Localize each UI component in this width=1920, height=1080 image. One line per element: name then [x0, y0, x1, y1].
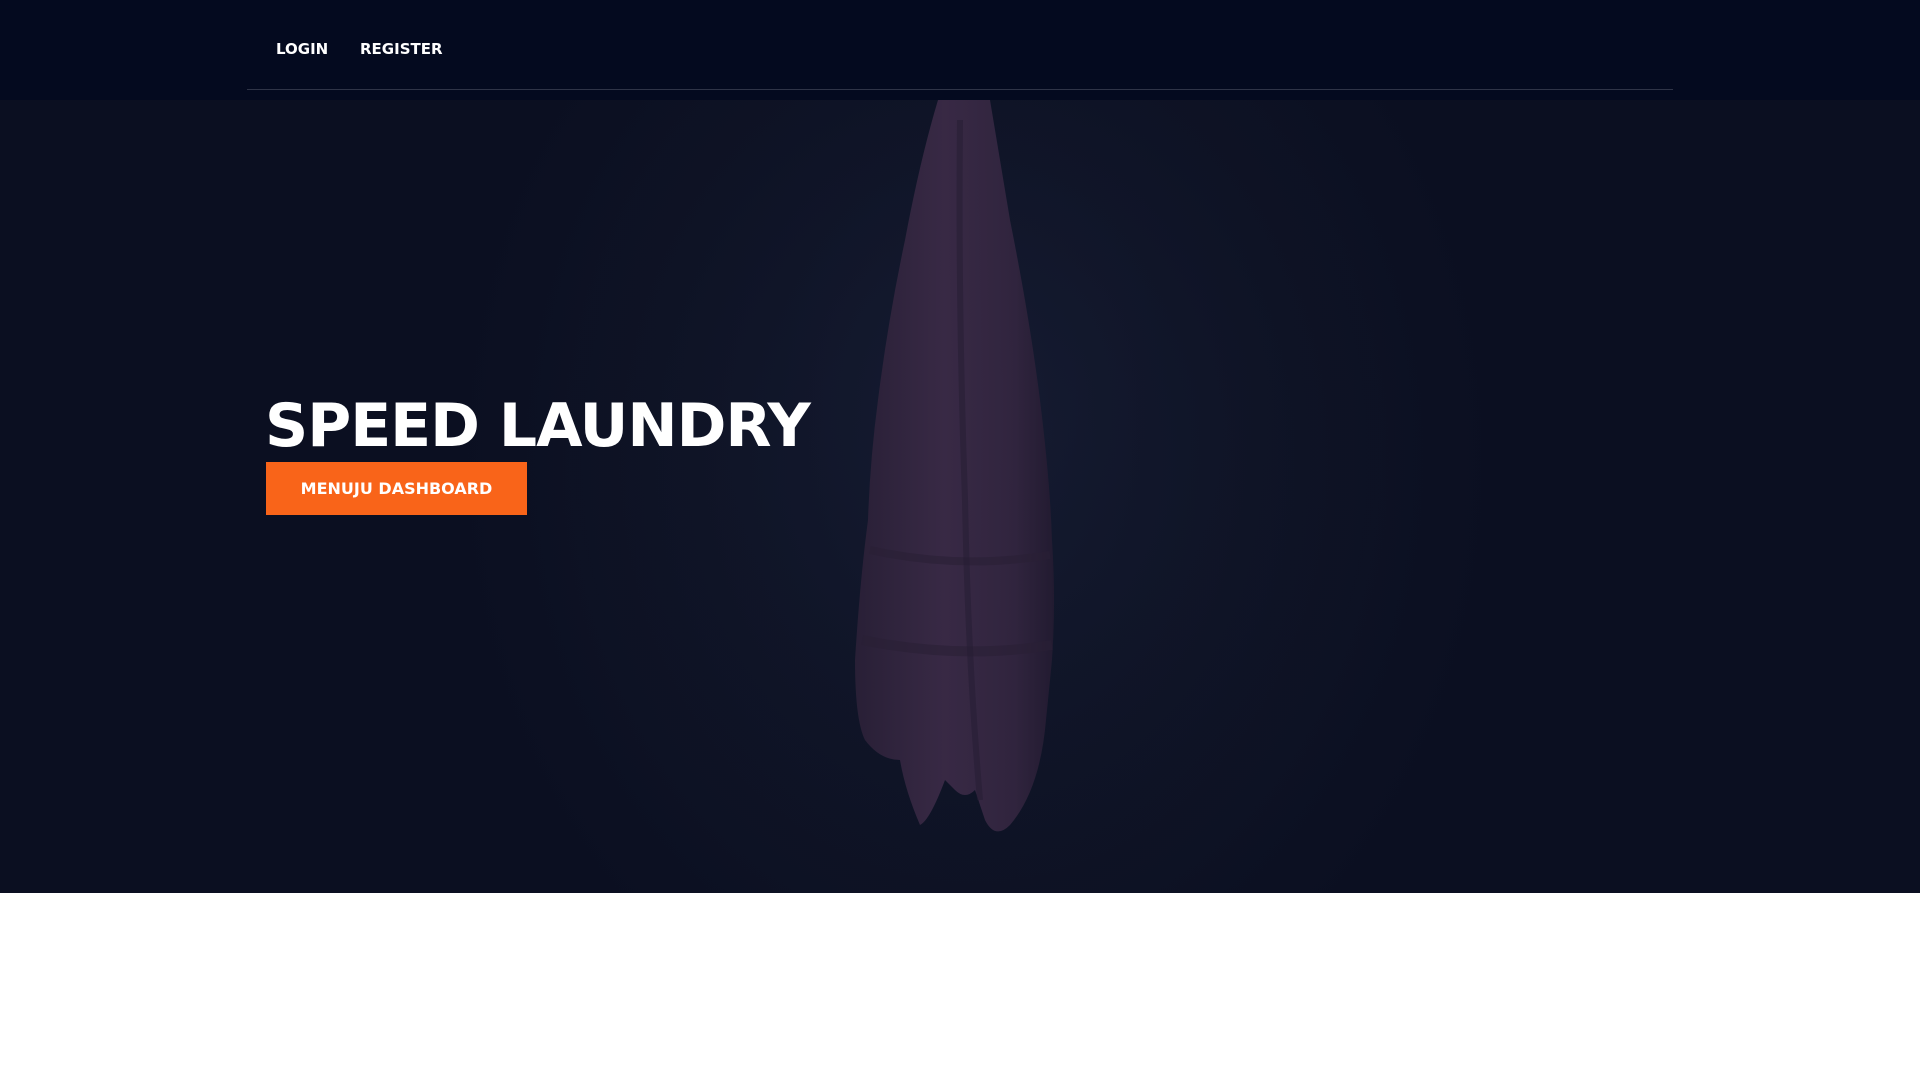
dashboard-button[interactable]: MENUJU DASHBOARD [266, 462, 527, 515]
nav-register-link[interactable]: REGISTER [360, 40, 443, 58]
top-navbar: LOGIN REGISTER [0, 0, 1920, 100]
content-area [0, 893, 1920, 1080]
hero-title: SPEED LAUNDRY [265, 391, 811, 461]
nav-container: LOGIN REGISTER [247, 0, 1673, 90]
hero-section: SPEED LAUNDRY MENUJU DASHBOARD [0, 100, 1920, 893]
nav-login-link[interactable]: LOGIN [276, 40, 328, 58]
